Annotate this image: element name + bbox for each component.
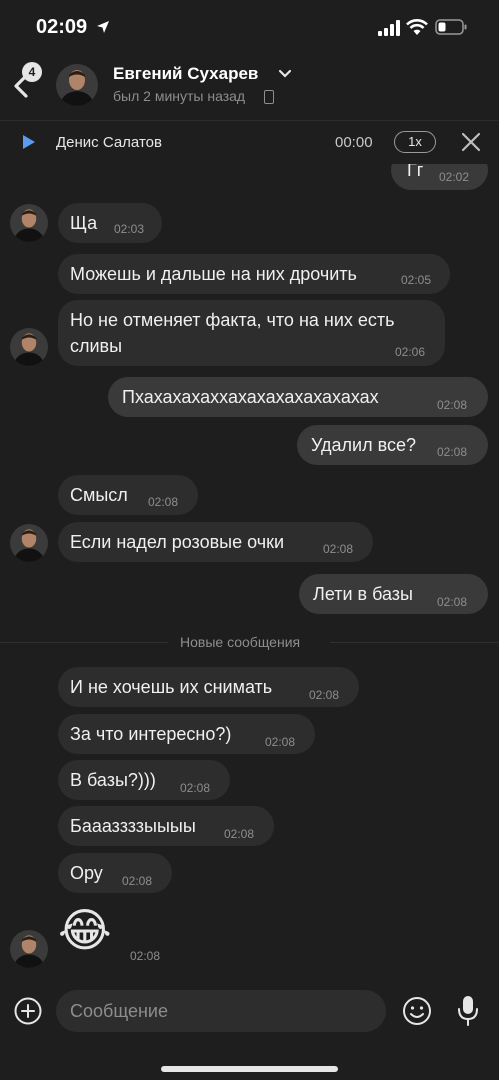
message-bubble-incoming[interactable]: Баааззззыыыы 02:08: [58, 806, 274, 846]
message-bubble-outgoing[interactable]: Пхахахахаххахахахахахахахах 02:08: [108, 377, 488, 417]
message-text: Ору: [70, 863, 103, 883]
message-bubble-incoming[interactable]: Но не отменяет факта, что на них есть сл…: [58, 300, 445, 366]
message-time: 02:08: [437, 595, 468, 609]
message-time: 02:05: [401, 273, 432, 287]
home-indicator[interactable]: [161, 1066, 338, 1072]
location-arrow-icon: [97, 21, 109, 33]
message-composer: [0, 980, 499, 1080]
message-time: 02:08: [224, 827, 255, 841]
avatar-photo-icon: [10, 204, 48, 242]
avatar-photo-icon: [10, 524, 48, 562]
message-bubble-outgoing[interactable]: Лети в базы 02:08: [299, 574, 488, 614]
divider-line-left: [0, 642, 168, 643]
battery-icon: [435, 19, 467, 35]
message-time: 02:08: [265, 735, 296, 749]
message-bubble-incoming[interactable]: Смысл 02:08: [58, 475, 198, 515]
status-bar: 02:09: [0, 0, 499, 52]
avatar-photo-icon: [56, 64, 98, 106]
chat-header: 4 Евгений Сухарев был 2 минуты назад: [0, 52, 499, 120]
attach-plus-button[interactable]: [14, 997, 42, 1025]
wifi-icon: [406, 19, 428, 35]
cellular-signal-icon: [378, 20, 400, 36]
message-time: 02:02: [439, 170, 470, 184]
message-time: 02:08: [437, 445, 468, 459]
new-messages-divider: Новые сообщения: [180, 634, 301, 650]
play-icon[interactable]: [22, 134, 36, 150]
last-seen-status: был 2 минуты назад: [113, 88, 246, 104]
message-text: Если надел розовые очки: [70, 532, 285, 552]
message-text: Пхахахахаххахахахахахахахах: [122, 387, 379, 407]
avatar-photo-icon: [10, 930, 48, 968]
sender-avatar[interactable]: [10, 524, 48, 562]
message-time: 02:06: [395, 345, 426, 359]
unread-count-badge: 4: [22, 62, 42, 82]
message-text: Удалил все?: [311, 435, 416, 455]
message-time: 02:08: [130, 949, 161, 963]
message-bubble-incoming[interactable]: Если надел розовые очки 02:08: [58, 522, 373, 562]
player-time: 00:00: [335, 134, 373, 151]
message-text: Но не отменяет факта, что на них есть сл…: [70, 310, 395, 356]
message-bubble-incoming[interactable]: За что интересно?) 02:08: [58, 714, 315, 754]
message-bubble-outgoing[interactable]: Удалил все? 02:08: [297, 425, 488, 465]
message-input[interactable]: [56, 990, 386, 1032]
close-icon[interactable]: [461, 132, 481, 152]
sender-avatar[interactable]: [10, 328, 48, 366]
divider-line-right: [330, 642, 499, 643]
message-bubble-outgoing[interactable]: Гг 02:02: [391, 164, 488, 190]
message-bubble-incoming[interactable]: В базы?))) 02:08: [58, 760, 230, 800]
message-time: 02:08: [122, 874, 153, 888]
message-bubble-incoming[interactable]: Ща 02:03: [58, 203, 162, 243]
message-text: За что интересно?): [70, 724, 232, 744]
message-text: Можешь и дальше на них дрочить: [70, 264, 357, 284]
message-list[interactable]: Гг 02:02 Ща 02:03 Можешь и дальше на них…: [0, 164, 499, 980]
contact-avatar[interactable]: [56, 64, 98, 106]
sender-avatar[interactable]: [10, 930, 48, 968]
message-text: Баааззззыыыы: [70, 816, 196, 836]
message-bubble-incoming[interactable]: Ору 02:08: [58, 853, 172, 893]
audio-player-bar: Денис Салатов 00:00 1x: [0, 120, 499, 164]
chevron-down-icon[interactable]: [279, 69, 291, 79]
message-text: И не хочешь их снимать: [70, 677, 273, 697]
message-time: 02:08: [148, 495, 179, 509]
contact-name[interactable]: Евгений Сухарев: [113, 64, 258, 84]
message-text: Лети в базы: [313, 584, 413, 604]
mobile-device-icon: [264, 90, 274, 104]
message-bubble-incoming[interactable]: И не хочешь их снимать 02:08: [58, 667, 359, 707]
avatar-photo-icon: [10, 328, 48, 366]
message-text: Гг: [407, 164, 424, 180]
emoji-message[interactable]: 😂: [58, 902, 112, 958]
message-text: Ща: [70, 213, 98, 233]
sender-avatar[interactable]: [10, 204, 48, 242]
microphone-icon[interactable]: [456, 995, 480, 1027]
message-text: В базы?))): [70, 770, 156, 790]
message-time: 02:08: [309, 688, 340, 702]
message-time: 02:08: [323, 542, 354, 556]
status-time: 02:09: [36, 16, 88, 38]
message-time: 02:03: [114, 222, 145, 236]
playback-speed-button[interactable]: 1x: [394, 131, 436, 153]
message-text: Смысл: [70, 485, 128, 505]
message-time: 02:08: [180, 781, 211, 795]
emoji-smile-icon[interactable]: [402, 996, 432, 1026]
player-track-title[interactable]: Денис Салатов: [56, 134, 162, 151]
message-bubble-incoming[interactable]: Можешь и дальше на них дрочить 02:05: [58, 254, 450, 294]
message-time: 02:08: [437, 398, 468, 412]
